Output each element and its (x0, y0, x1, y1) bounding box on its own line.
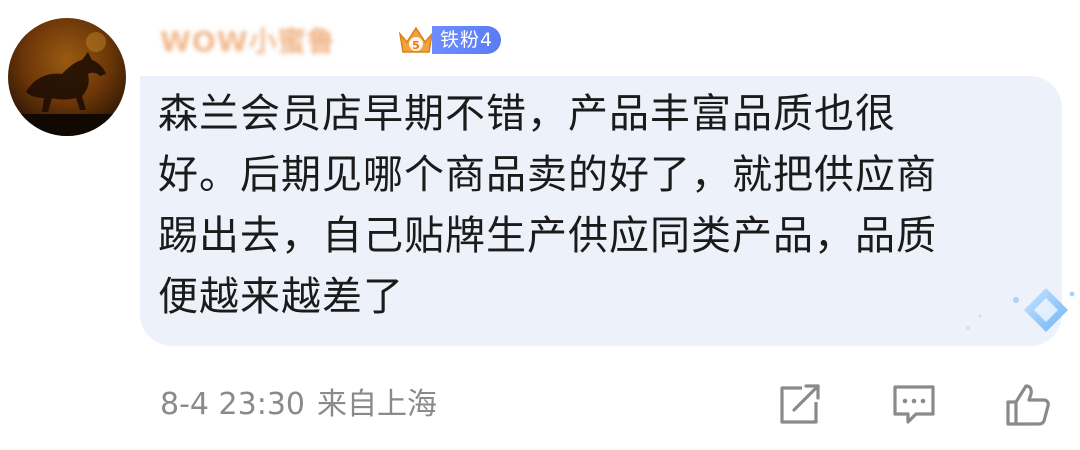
content-line: 踢出去，自己贴牌生产供应同类产品，品质 (158, 213, 937, 259)
content-line: 森兰会员店早期不错，产品丰富品质也很 (158, 91, 896, 137)
comment-card: WOW小蜜鲁 5 铁粉4 森兰会员店早期不错，产品丰富品质也很 好。后期见哪个商… (0, 0, 1080, 450)
comment-icon[interactable] (890, 382, 938, 428)
action-bar (0, 382, 1080, 428)
fan-badge[interactable]: 5 铁粉4 (396, 22, 502, 58)
author-name[interactable]: WOW小蜜鲁 (160, 22, 336, 62)
diamond-sparkle-icon (960, 276, 1080, 346)
badge-label: 铁粉4 (432, 26, 502, 54)
crown-fan-icon: 5 (398, 26, 434, 53)
thumbs-up-icon[interactable] (1004, 382, 1052, 428)
avatar[interactable] (8, 18, 126, 136)
share-icon[interactable] (776, 382, 824, 428)
badge-level: 5 (412, 39, 420, 52)
comment-content: 森兰会员店早期不错，产品丰富品质也很 好。后期见哪个商品卖的好了，就把供应商 踢… (158, 84, 1038, 328)
horse-avatar-icon (8, 32, 126, 136)
content-line: 好。后期见哪个商品卖的好了，就把供应商 (158, 152, 937, 198)
content-line: 便越来越差了 (158, 274, 404, 320)
